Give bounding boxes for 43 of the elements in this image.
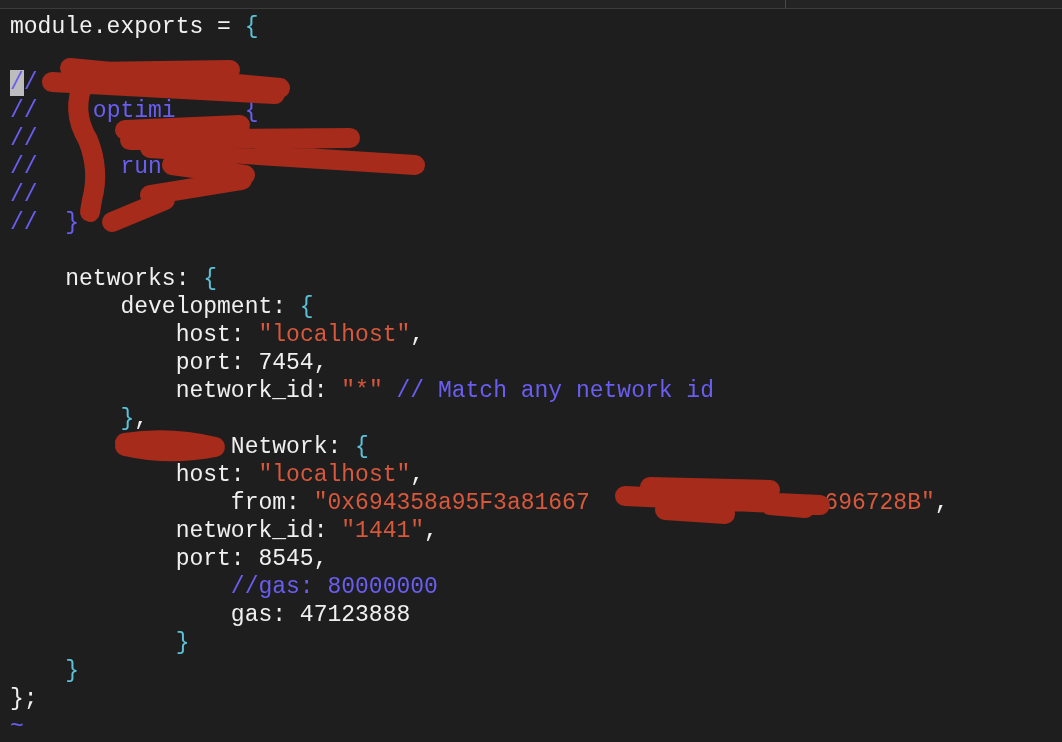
string-literal: "1441"	[341, 518, 425, 544]
code-comment: /	[23, 70, 38, 96]
code-text: gas: 47123888	[230, 602, 411, 628]
code-comment: run	[120, 154, 162, 180]
code-text: network_id:	[175, 518, 329, 544]
code-text: ,	[424, 518, 438, 544]
code-brace: {	[355, 434, 369, 460]
code-text: };	[10, 686, 38, 712]
string-literal: "localhost"	[258, 322, 411, 348]
code-text: port: 7454,	[175, 350, 328, 376]
code-text: ,	[134, 406, 149, 432]
code-text: network_id:	[175, 378, 329, 404]
code-comment: //	[10, 98, 38, 124]
code-comment: //	[10, 154, 38, 180]
code-text: networks:	[65, 266, 191, 292]
code-brace: {	[244, 14, 259, 40]
code-text: development:	[120, 294, 288, 320]
code-comment: // Match any network id	[396, 378, 714, 404]
code-comment: //	[10, 182, 38, 208]
code-brace: {	[203, 266, 218, 292]
code-comment: }	[65, 210, 80, 236]
code-text: port: 8545,	[175, 546, 328, 572]
empty-line-marker: ~	[10, 714, 24, 740]
code-comment: //	[10, 210, 38, 236]
text-cursor: /	[10, 70, 24, 96]
code-comment: //gas: 80000000	[230, 574, 438, 600]
code-comment: //	[10, 126, 38, 152]
string-literal: "*"	[341, 378, 383, 404]
code-brace: }	[175, 630, 190, 656]
code-comment: optimi	[92, 98, 176, 124]
code-brace: }	[120, 406, 135, 432]
code-text: ,	[410, 462, 425, 488]
code-text: from:	[230, 490, 301, 516]
string-literal: "localhost"	[258, 462, 411, 488]
code-text: ,	[934, 490, 949, 516]
code-text: ,	[410, 322, 425, 348]
code-text: host:	[175, 322, 246, 348]
string-literal: "0x694358a95F3a81667	[313, 490, 590, 516]
code-brace: {	[299, 294, 314, 320]
code-text: host:	[175, 462, 246, 488]
code-text: module.exports =	[10, 14, 232, 40]
code-brace: }	[65, 658, 80, 684]
code-text: Network:	[230, 434, 343, 460]
